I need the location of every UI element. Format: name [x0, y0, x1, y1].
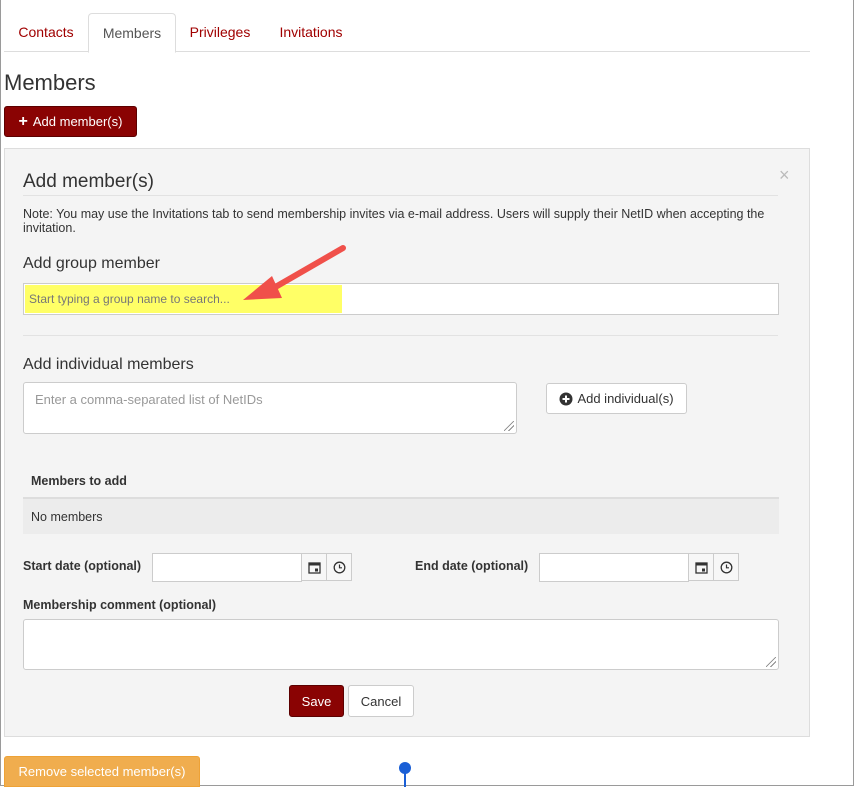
individual-members-heading: Add individual members — [23, 356, 194, 373]
add-individuals-label: Add individual(s) — [577, 391, 674, 406]
end-date-label: End date (optional) — [415, 559, 529, 573]
calendar-icon — [694, 561, 708, 574]
calendar-icon — [307, 561, 321, 574]
end-time-button[interactable] — [713, 553, 739, 581]
remove-selected-members-button[interactable]: Remove selected member(s) — [4, 756, 200, 787]
save-button[interactable]: Save — [289, 685, 344, 717]
table-row: No members — [23, 499, 779, 534]
no-members-text: No members — [31, 510, 103, 524]
start-time-button[interactable] — [326, 553, 352, 581]
end-date-input[interactable] — [539, 553, 689, 582]
members-table-header: Members to add — [23, 465, 779, 499]
start-date-input[interactable] — [152, 553, 302, 582]
members-table-header-label: Members to add — [31, 474, 127, 488]
marker-pin-stem — [404, 772, 406, 787]
start-date-calendar-button[interactable] — [301, 553, 327, 581]
divider — [23, 335, 778, 336]
add-individuals-button[interactable]: Add individual(s) — [546, 383, 687, 414]
plus-circle-icon — [559, 392, 573, 405]
end-date-calendar-button[interactable] — [688, 553, 714, 581]
cancel-button[interactable]: Cancel — [348, 685, 414, 717]
resize-grip-icon[interactable] — [766, 657, 776, 667]
netids-placeholder: Enter a comma-separated list of NetIDs — [35, 392, 263, 407]
start-date-label: Start date (optional) — [23, 559, 142, 573]
clock-icon — [720, 561, 732, 573]
clock-icon — [333, 561, 345, 573]
comment-label: Membership comment (optional) — [23, 598, 217, 612]
netids-textarea[interactable]: Enter a comma-separated list of NetIDs — [23, 382, 517, 434]
resize-grip-icon[interactable] — [504, 421, 514, 431]
comment-textarea[interactable] — [23, 619, 779, 670]
